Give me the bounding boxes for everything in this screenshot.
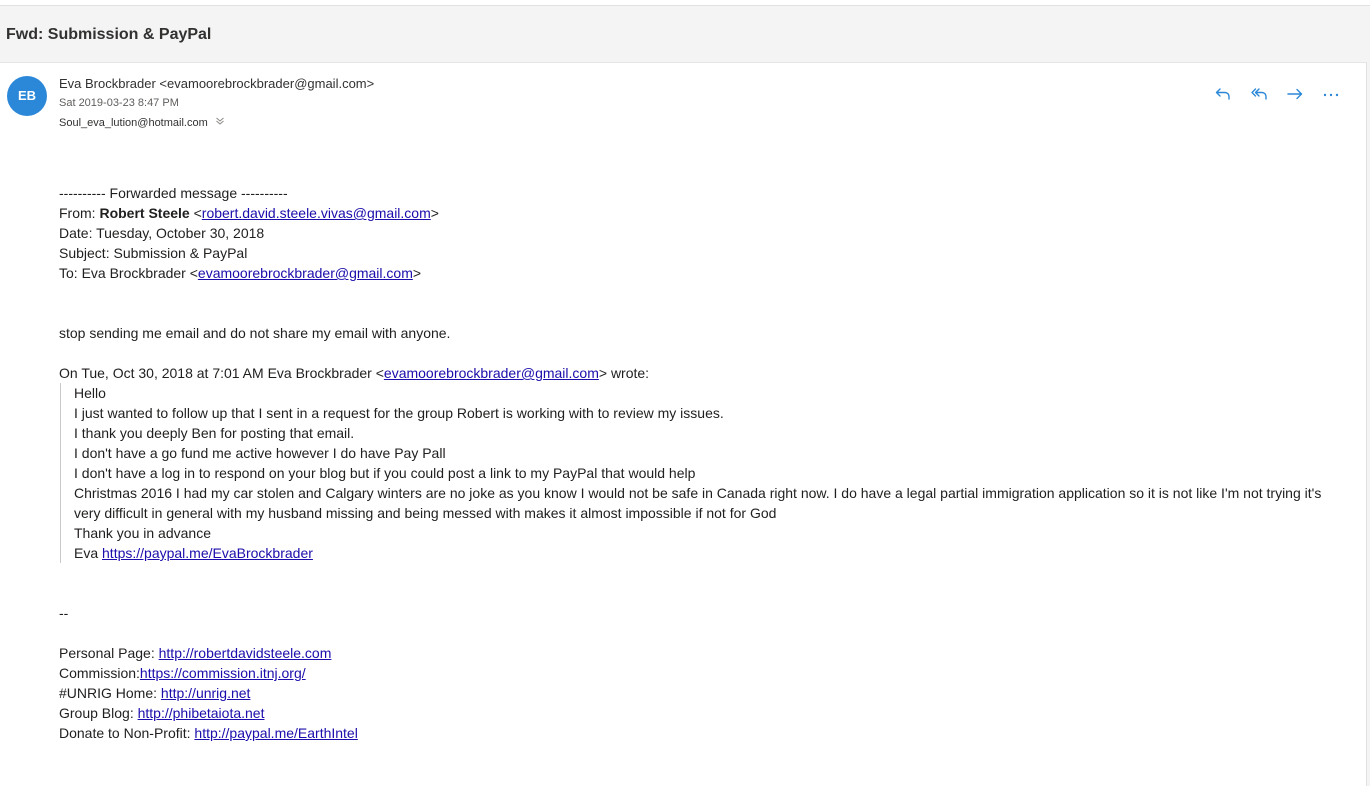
commission-link[interactable]: https://commission.itnj.org/ <box>140 665 306 681</box>
message-body: ---------- Forwarded message ---------- … <box>59 183 1349 743</box>
quote-signature: Eva https://paypal.me/EvaBrockbrader <box>74 545 313 561</box>
forward-from-line: From: Robert Steele <robert.david.steele… <box>59 205 439 221</box>
forward-from-name: Robert Steele <box>99 205 190 221</box>
quote-line: Christmas 2016 I had my car stolen and C… <box>74 485 1322 521</box>
signature-commission: Commission:https://commission.itnj.org/ <box>59 665 306 681</box>
forward-to-email-link[interactable]: evamoorebrockbrader@gmail.com <box>198 265 413 281</box>
forward-separator: ---------- Forwarded message ---------- <box>59 185 288 201</box>
reply-all-icon <box>1251 88 1267 100</box>
chevron-down-icon[interactable] <box>215 116 225 129</box>
sender-avatar[interactable]: EB <box>7 76 47 116</box>
email-subject: Fwd: Submission & PayPal <box>6 26 212 43</box>
reading-pane: EB Eva Brockbrader <evamoorebrockbrader@… <box>0 62 1367 786</box>
quote-line: I thank you deeply Ben for posting that … <box>74 425 355 441</box>
forward-subject-line: Subject: Submission & PayPal <box>59 245 248 261</box>
quote-line: Thank you in advance <box>74 525 211 541</box>
quote-line: I just wanted to follow up that I sent i… <box>74 405 724 421</box>
reply-text: stop sending me email and do not share m… <box>59 325 451 341</box>
signature-donate: Donate to Non-Profit: http://paypal.me/E… <box>59 725 358 741</box>
paypal-link[interactable]: https://paypal.me/EvaBrockbrader <box>102 545 313 561</box>
reply-icon <box>1215 88 1230 100</box>
quote-intro-email-link[interactable]: evamoorebrockbrader@gmail.com <box>384 365 599 381</box>
subject-bar: Fwd: Submission & PayPal <box>0 6 1370 62</box>
signature-unrig: #UNRIG Home: http://unrig.net <box>59 685 251 701</box>
sender-name[interactable]: Eva Brockbrader <evamoorebrockbrader@gma… <box>59 76 374 91</box>
quote-intro: On Tue, Oct 30, 2018 at 7:01 AM Eva Broc… <box>59 365 650 381</box>
signature-personal: Personal Page: http://robertdavidsteele.… <box>59 645 332 661</box>
more-icon <box>1323 93 1339 97</box>
forward-date-line: Date: Tuesday, October 30, 2018 <box>59 225 265 241</box>
reply-all-button[interactable] <box>1248 83 1270 105</box>
quoted-message: Hello I just wanted to follow up that I … <box>60 383 1349 563</box>
recipient-address[interactable]: Soul_eva_lution@hotmail.com <box>59 117 208 129</box>
sent-date: Sat 2019-03-23 8:47 PM <box>59 97 179 109</box>
recipient-line: Soul_eva_lution@hotmail.com <box>59 116 225 129</box>
forward-icon <box>1287 88 1303 100</box>
reply-button[interactable] <box>1212 83 1234 105</box>
unrig-link[interactable]: http://unrig.net <box>161 685 251 701</box>
quote-line: I don't have a go fund me active however… <box>74 445 446 461</box>
forward-from-email-link[interactable]: robert.david.steele.vivas@gmail.com <box>202 205 431 221</box>
group-blog-link[interactable]: http://phibetaiota.net <box>138 705 265 721</box>
forward-to-line: To: Eva Brockbrader <evamoorebrockbrader… <box>59 265 422 281</box>
signature-blog: Group Blog: http://phibetaiota.net <box>59 705 265 721</box>
personal-page-link[interactable]: http://robertdavidsteele.com <box>159 645 332 661</box>
message-actions <box>1212 83 1342 105</box>
quote-line: Hello <box>74 385 106 401</box>
forward-button[interactable] <box>1284 83 1306 105</box>
quote-line: I don't have a log in to respond on your… <box>74 465 696 481</box>
more-actions-button[interactable] <box>1320 83 1342 105</box>
donate-link[interactable]: http://paypal.me/EarthIntel <box>194 725 357 741</box>
signature-dash: -- <box>59 605 69 621</box>
